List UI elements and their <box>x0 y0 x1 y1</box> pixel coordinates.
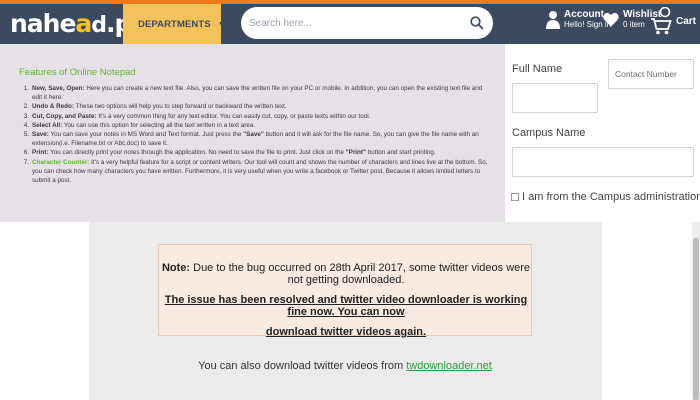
user-icon <box>546 10 560 29</box>
scrollbar-thumb[interactable] <box>693 238 699 400</box>
caret-down-icon: ▼ <box>217 20 225 28</box>
feature-item: 6. Print: You can directly print your not… <box>23 149 436 157</box>
campus-admin-option: I am from the Campus administration team <box>511 191 700 203</box>
notice-line-3: download twitter videos again. <box>265 326 427 338</box>
search-bar <box>241 7 493 39</box>
logo-text-accent: a <box>75 9 92 38</box>
full-name-label: Full Name <box>512 63 563 75</box>
search-button[interactable] <box>469 15 485 31</box>
departments-button[interactable]: DEPARTMENTS ▼ <box>123 4 225 44</box>
cart-label: Cart <box>676 15 697 27</box>
campus-admin-label: I am from the Campus administration team <box>522 191 700 203</box>
campus-name-field[interactable] <box>512 147 694 177</box>
feature-item: 3. Cut, Copy, and Paste: It's a very comm… <box>23 112 371 120</box>
search-input[interactable] <box>249 15 449 31</box>
heart-icon <box>603 12 619 27</box>
twdownloader-link[interactable]: twdownloader.net <box>406 360 492 372</box>
full-name-field[interactable] <box>512 83 598 113</box>
campus-name-label: Campus Name <box>512 127 586 139</box>
bug-notice-box: Note: Due to the bug occurred on 28th Ap… <box>158 244 532 338</box>
account-link[interactable]: Account Hello! Sign in <box>546 9 611 30</box>
search-icon <box>470 16 484 30</box>
logo-text-dot: d <box>91 13 107 38</box>
notepad-features-title: Features of Online Notepad <box>19 67 136 78</box>
feature-item: 5. Save: You can save your notes in MS Wo… <box>23 131 479 148</box>
cart-icon <box>651 7 672 35</box>
contact-number-field[interactable] <box>608 59 694 89</box>
alternative-downloader-text: You can also download twitter videos fro… <box>198 360 492 372</box>
cart-link[interactable]: Cart <box>650 7 696 35</box>
notice-line-2: The issue has been resolved and twitter … <box>164 294 528 318</box>
campus-admin-checkbox[interactable] <box>511 193 519 201</box>
departments-label: DEPARTMENTS <box>138 18 211 30</box>
site-header: nahead.pk DEPARTMENTS ▼ Account Hello! S… <box>0 4 700 44</box>
feature-item: 4. Select All: You can use this option fo… <box>23 121 256 129</box>
feature-item: 2. Undo & Redo: These two options will he… <box>23 103 287 111</box>
notice-line-1: Note: Due to the bug occurred on 28th Ap… <box>161 262 531 286</box>
feature-item: 1. New, Save, Open: Here you can create a… <box>23 85 483 102</box>
features-list: 1. New, Save, Open: Here you can create a… <box>19 84 491 185</box>
feature-item: 7. Character Counter: It's a very helpful… <box>23 158 488 185</box>
logo-text-left: nahe <box>10 9 76 38</box>
notepad-features-panel: Features of Online Notepad 1. New, Save, … <box>0 44 505 222</box>
